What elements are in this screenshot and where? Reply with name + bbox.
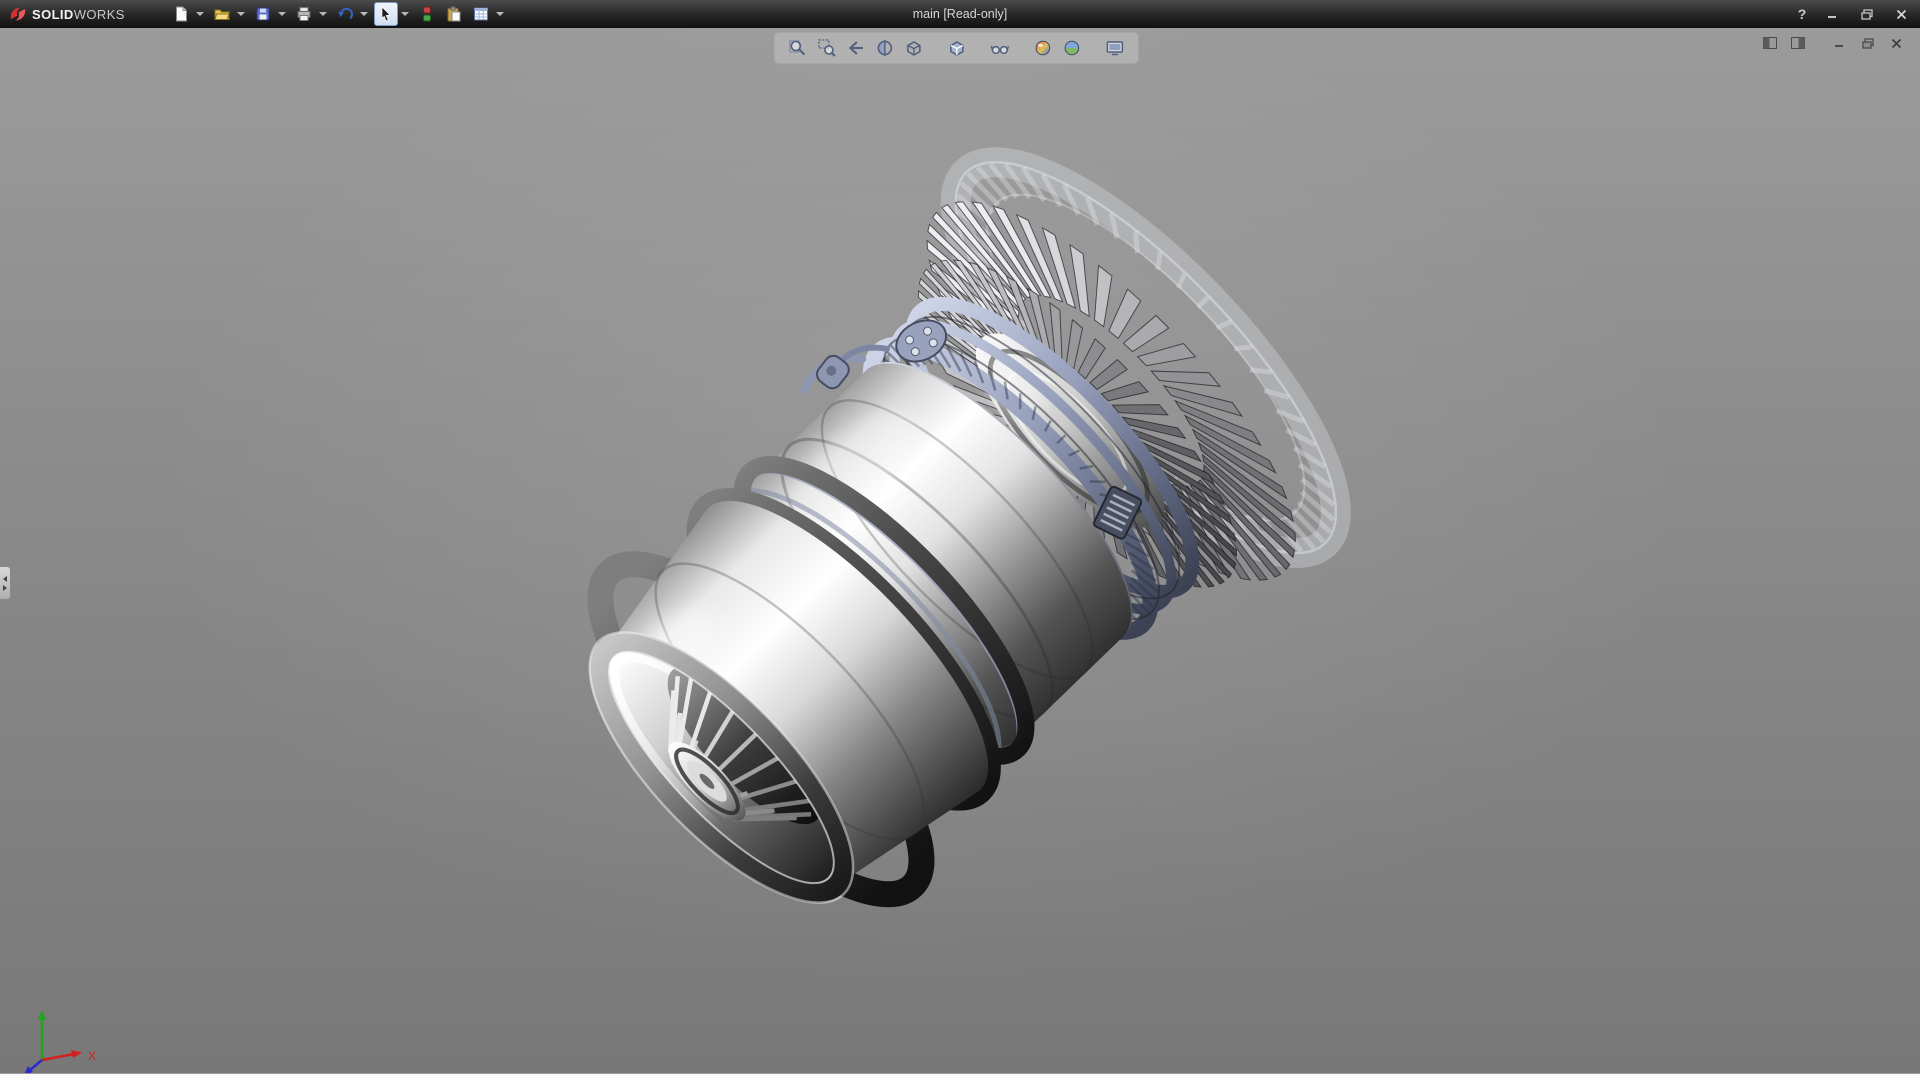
help-button[interactable]: ? <box>1794 6 1810 22</box>
zoom-to-area-icon <box>817 38 837 58</box>
show-right-pane-button[interactable] <box>1788 34 1808 52</box>
edit-appearance-button[interactable] <box>1032 37 1054 59</box>
section-view-button[interactable] <box>874 37 896 59</box>
dropdown-caret-icon[interactable] <box>319 12 327 16</box>
view-setting-icon <box>1105 38 1125 58</box>
window-title: main [Read-only] <box>913 0 1008 28</box>
print-icon <box>295 5 313 23</box>
close-button[interactable] <box>1890 5 1912 23</box>
dropdown-caret-icon[interactable] <box>496 12 504 16</box>
open-button[interactable] <box>210 2 234 26</box>
zoom-to-fit-icon <box>788 38 808 58</box>
solidworks-logo: SOLIDWORKS <box>0 5 135 23</box>
status-bar <box>0 1073 1920 1080</box>
z-axis <box>30 1060 42 1070</box>
zoom-to-area-button[interactable] <box>816 37 838 59</box>
display-style-icon <box>947 38 967 58</box>
dropdown-caret-icon[interactable] <box>237 12 245 16</box>
x-axis-label: X <box>88 1049 96 1063</box>
y-axis-arrowhead <box>38 1010 46 1020</box>
x-axis-arrowhead <box>71 1050 82 1058</box>
doc-restore-button[interactable] <box>1858 34 1878 52</box>
featuremanager-splitter-handle[interactable] <box>0 566 11 600</box>
x-axis <box>42 1054 74 1060</box>
new-document-icon <box>172 5 190 23</box>
select-button[interactable] <box>374 2 398 26</box>
undo-button[interactable] <box>333 2 357 26</box>
paste-clipboard-button[interactable] <box>442 2 466 26</box>
main-toolbar <box>169 2 507 26</box>
reference-triad[interactable]: X <box>8 1000 118 1074</box>
hide-show-items-button[interactable] <box>989 37 1011 59</box>
previous-view-button[interactable] <box>845 37 867 59</box>
apply-scene-button[interactable] <box>1061 37 1083 59</box>
view-setting-button[interactable] <box>1104 37 1126 59</box>
graphics-viewport[interactable]: X *Dimetric <box>0 28 1920 1074</box>
pane-right-icon <box>1791 37 1805 49</box>
heads-up-view-toolbar <box>775 33 1138 63</box>
scene-globe-icon <box>1062 38 1082 58</box>
select-cursor-icon <box>377 5 395 23</box>
view-orientation-icon <box>904 38 924 58</box>
restore-icon <box>1861 9 1873 20</box>
view-orientation-button[interactable] <box>903 37 925 59</box>
dropdown-caret-icon[interactable] <box>360 12 368 16</box>
toolbox-button[interactable] <box>415 2 439 26</box>
jet-engine-model[interactable] <box>493 111 1388 1000</box>
design-table-icon <box>472 5 490 23</box>
ds-logo-icon <box>8 5 28 23</box>
open-folder-icon <box>213 5 231 23</box>
doc-restore-icon <box>1862 38 1874 49</box>
minimize-button[interactable] <box>1822 5 1844 23</box>
zoom-to-fit-button[interactable] <box>787 37 809 59</box>
doc-close-icon <box>1891 38 1902 49</box>
doc-close-button[interactable] <box>1886 34 1906 52</box>
pane-left-icon <box>1763 37 1777 49</box>
brand-solid: SOLID <box>32 7 74 22</box>
save-button[interactable] <box>251 2 275 26</box>
show-left-pane-button[interactable] <box>1760 34 1780 52</box>
undo-arrow-icon <box>336 5 354 23</box>
restore-button[interactable] <box>1856 5 1878 23</box>
display-style-button[interactable] <box>946 37 968 59</box>
save-floppy-icon <box>254 5 272 23</box>
brand-text: SOLIDWORKS <box>32 7 125 22</box>
dropdown-caret-icon[interactable] <box>278 12 286 16</box>
appearance-ball-icon <box>1033 38 1053 58</box>
document-window-controls <box>1760 34 1906 52</box>
viewport-3d-model[interactable] <box>0 28 1920 1074</box>
close-icon <box>1896 9 1907 20</box>
minimize-icon <box>1827 9 1839 19</box>
chevron-left-icon <box>3 576 7 582</box>
design-table-button[interactable] <box>469 2 493 26</box>
chevron-right-icon <box>3 585 7 591</box>
brand-works: WORKS <box>74 7 125 22</box>
section-view-icon <box>875 38 895 58</box>
dropdown-caret-icon[interactable] <box>401 12 409 16</box>
glasses-icon <box>990 38 1010 58</box>
new-document-button[interactable] <box>169 2 193 26</box>
clipboard-icon <box>445 5 463 23</box>
toolbox-icon <box>418 5 436 23</box>
dropdown-caret-icon[interactable] <box>196 12 204 16</box>
print-button[interactable] <box>292 2 316 26</box>
doc-minimize-button[interactable] <box>1830 34 1850 52</box>
doc-minimize-icon <box>1834 38 1846 48</box>
previous-view-icon <box>846 38 866 58</box>
title-bar: SOLIDWORKS <box>0 0 1920 28</box>
